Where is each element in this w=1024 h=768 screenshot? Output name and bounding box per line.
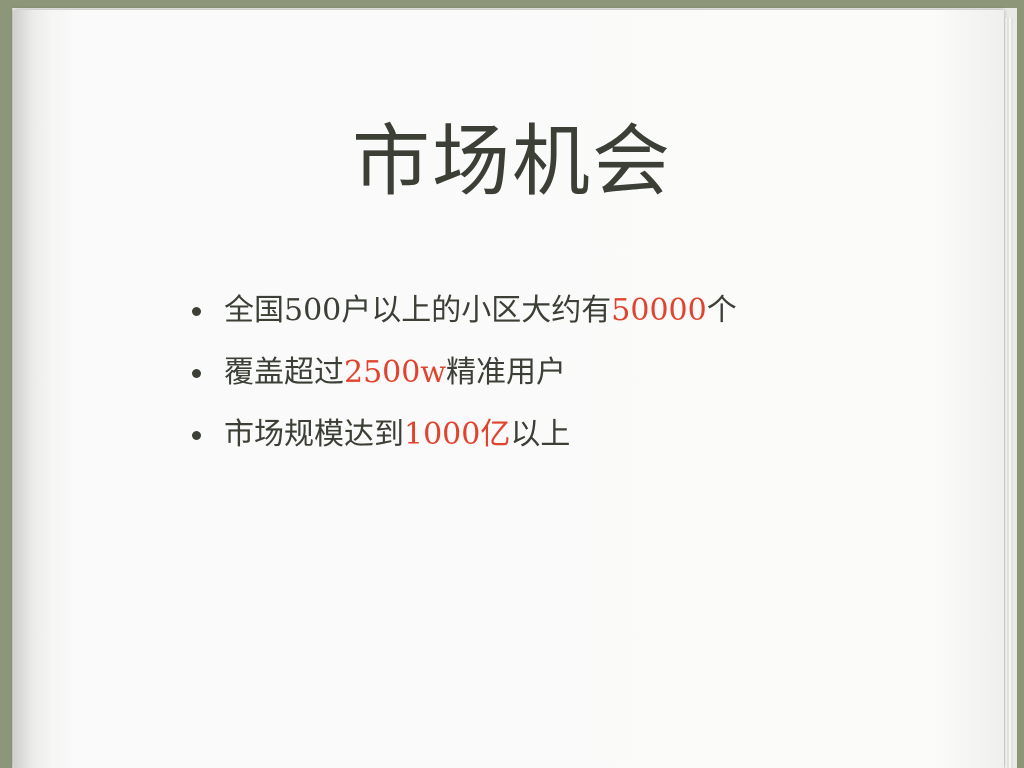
bullet-dot-icon — [192, 307, 201, 316]
bullet-text-suffix: 精准用户 — [446, 355, 567, 390]
bullet-highlight: 2500w — [344, 355, 447, 390]
bullet-text: 市场规模达到 — [224, 417, 404, 452]
bullet-text-suffix: 个 — [706, 293, 737, 328]
bullet-item: 覆盖超过2500w精准用户 — [190, 350, 737, 412]
bullet-list: 全国500户以上的小区大约有50000个 覆盖超过2500w精准用户 市场规模达… — [190, 288, 737, 474]
bullet-text-suffix: 以上 — [510, 417, 571, 452]
bullet-highlight: 50000 — [611, 293, 707, 328]
bullet-text: 覆盖超过 — [224, 355, 344, 390]
slide-title: 市场机会 — [351, 117, 672, 207]
bullet-dot-icon — [192, 431, 201, 440]
bullet-dot-icon — [192, 369, 201, 378]
bullet-text: 全国500户以上的小区大约有 — [224, 293, 612, 328]
bullet-item: 全国500户以上的小区大约有50000个 — [190, 288, 737, 350]
bullet-highlight: 1000亿 — [404, 417, 511, 452]
bullet-item: 市场规模达到1000亿以上 — [190, 412, 737, 474]
